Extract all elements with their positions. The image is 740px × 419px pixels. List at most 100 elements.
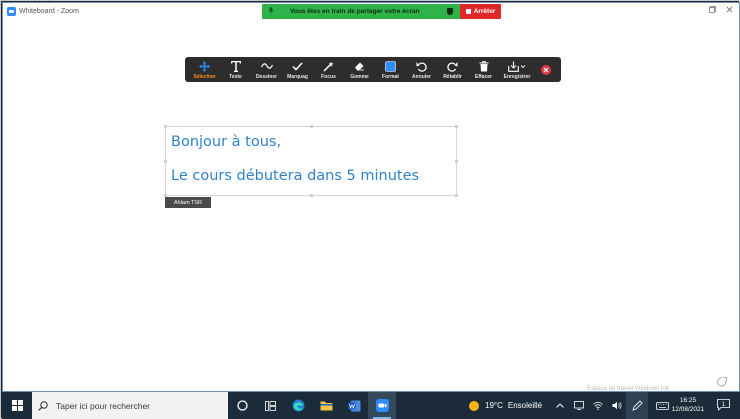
tool-selection[interactable]: Sélection [189,57,220,82]
cortana-circle-icon [236,400,248,411]
tool-eraser-label: Gomme [350,74,369,80]
pen-icon [631,400,643,411]
screen-frame: Whiteboard - Zoom Vous êtes en train de … [0,0,740,419]
task-view-button[interactable] [256,392,284,419]
tool-eraser[interactable]: Gomme [344,57,375,82]
close-toolbar-button[interactable] [535,57,557,82]
windows-ink-button[interactable] [626,392,648,419]
tool-redo-label: Rétablir [443,74,462,80]
speaker-icon [612,401,621,410]
clock-time: 16:25 [679,397,697,404]
trash-icon [479,60,489,72]
close-window-icon[interactable] [726,6,733,16]
squiggle-icon [260,60,273,72]
stop-share-button[interactable]: Arrêter [460,4,501,19]
network-button[interactable] [588,392,607,419]
wifi-icon [592,401,603,410]
tool-format[interactable]: Format [375,57,406,82]
tool-draw[interactable]: Dessiner [251,57,282,82]
tray-app-button[interactable] [569,392,588,419]
tool-text[interactable]: Texte [220,57,251,82]
weather-description: Ensoleillé [507,401,543,410]
show-hidden-icons-button[interactable] [550,392,569,419]
volume-button[interactable] [607,392,626,419]
resize-handle[interactable] [164,160,167,163]
windows-logo-icon [11,400,23,411]
checkmark-icon [292,60,303,72]
task-view-icon [264,400,276,411]
whiteboard-text-line-2: Le cours débutera dans 5 minutes [171,168,420,184]
restore-icon[interactable] [709,6,716,16]
undo-icon [416,60,427,72]
action-center-button[interactable]: 1 [714,396,732,414]
word-icon [348,400,360,411]
cortana-button[interactable] [228,392,256,419]
edge-browser-icon [292,399,304,412]
sun-icon [469,400,479,411]
move-arrows-icon [199,60,210,72]
taskbar-file-explorer[interactable] [312,392,340,419]
taskbar-edge[interactable] [284,392,312,419]
taskbar-word[interactable] [340,392,368,419]
whiteboard-text-box[interactable]: Bonjour à tous, Le cours débutera dans 5… [164,125,458,197]
screen-share-banner: Vous êtes en train de partager votre écr… [262,4,501,19]
tool-selection-label: Sélection [193,74,216,80]
tool-spotlight-label: Focus [321,74,336,80]
zoom-icon [375,399,389,412]
resize-handle[interactable] [310,194,313,197]
window-controls [709,6,733,16]
taskbar-clock[interactable]: 16:25 12/08/2021 [666,396,710,414]
tool-spotlight[interactable]: Focus [313,57,344,82]
weather-widget[interactable]: 19°C Ensoleillé [468,392,542,419]
redo-icon [447,60,458,72]
tool-clear-label: Effacer [475,74,492,80]
search-icon [38,400,48,411]
share-status-text: Vous êtes en train de partager votre écr… [290,8,420,15]
taskbar-search-box[interactable]: Taper ici pour rechercher [32,392,228,419]
tool-format-label: Format [382,74,399,80]
tool-stamp[interactable]: Marquag [282,57,313,82]
resize-handle[interactable] [164,125,167,128]
save-icon [508,60,526,72]
tool-save[interactable]: Enregistrer [499,57,535,82]
chevron-up-icon [555,403,564,408]
pin-icon[interactable] [268,7,274,15]
text-t-icon [230,60,241,72]
share-status: Vous êtes en train de partager votre écr… [262,4,460,19]
stop-share-label: Arrêter [473,8,496,15]
tool-draw-label: Dessiner [255,74,278,80]
folder-icon [320,401,332,411]
windows-taskbar: Taper ici pour rechercher 19°C Ensoleill… [2,392,740,419]
resize-handle[interactable] [455,194,458,197]
wand-icon [323,60,334,72]
eraser-icon [354,60,365,72]
color-square-icon [385,60,396,72]
tool-text-label: Texte [229,74,242,80]
notification-icon: 1 [716,399,730,411]
resize-handle[interactable] [455,125,458,128]
system-tray [550,392,676,419]
window-title: Whiteboard - Zoom [19,8,79,15]
tool-clear[interactable]: Effacer [468,57,499,82]
close-circle-icon [541,64,551,75]
search-placeholder: Taper ici pour rechercher [56,400,151,411]
resize-handle[interactable] [310,125,313,128]
author-tag: Ahlam TSR [165,197,211,208]
tool-undo[interactable]: Annuler [406,57,437,82]
start-button[interactable] [2,392,32,419]
tool-undo-label: Annuler [412,74,431,80]
weather-temperature: 19°C [485,401,503,410]
taskbar-zoom[interactable] [368,392,396,419]
expand-icon[interactable] [717,374,727,392]
resize-handle[interactable] [455,160,458,163]
whiteboard-text-line-1: Bonjour à tous, [171,134,282,150]
zoom-app-icon [7,7,16,16]
tool-stamp-label: Marquag [287,74,308,80]
tool-save-label: Enregistrer [503,74,531,80]
annotation-toolbar: Sélection Texte Dessiner Marquag Focus G… [185,57,561,82]
screen-capture-icon [573,401,584,410]
tool-redo[interactable]: Rétablir [437,57,468,82]
stop-icon [465,9,471,14]
security-shield-icon[interactable] [447,8,453,15]
whiteboard-window: Whiteboard - Zoom Vous êtes en train de … [2,2,740,392]
